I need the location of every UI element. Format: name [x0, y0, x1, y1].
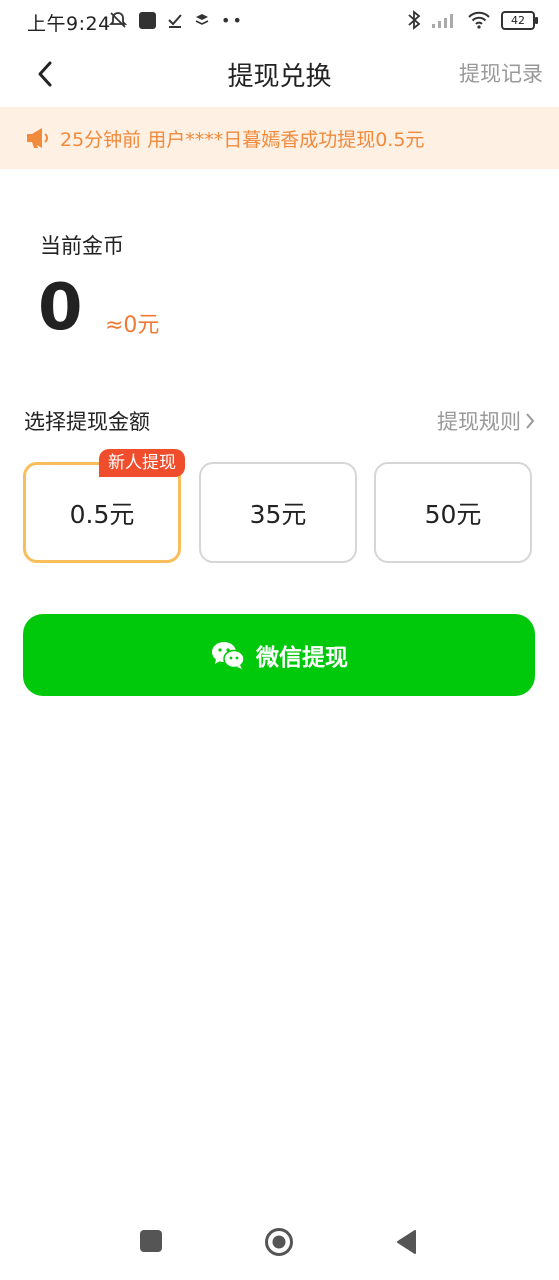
- check-icon: [168, 14, 182, 28]
- withdraw-rules-link[interactable]: 提现规则: [437, 406, 535, 436]
- home-circle-icon: [265, 1228, 293, 1256]
- amount-option-50[interactable]: 50元: [374, 462, 532, 563]
- wechat-icon: [212, 642, 245, 669]
- bluetooth-icon: [408, 10, 421, 30]
- battery-indicator: 42: [501, 10, 538, 30]
- chevron-right-icon: [526, 413, 535, 429]
- megaphone-icon: [27, 128, 48, 148]
- wifi-icon: [468, 11, 490, 29]
- current-coins-label: 当前金币: [40, 234, 124, 258]
- top-nav-bar: 提现兑换 提现记录: [0, 44, 559, 106]
- notice-bar: 25分钟前 用户****日暮嫣香成功提现0.5元: [0, 107, 559, 169]
- select-amount-label: 选择提现金额: [24, 410, 150, 434]
- coins-rmb-equivalent: ≈0元: [105, 313, 160, 338]
- amount-option-35[interactable]: 35元: [199, 462, 357, 563]
- notice-text: 25分钟前 用户****日暮嫣香成功提现0.5元: [60, 129, 425, 151]
- triangle-back-icon: [397, 1230, 416, 1254]
- app-square-icon: [139, 11, 156, 29]
- recent-apps-button[interactable]: [140, 1230, 162, 1252]
- system-back-button[interactable]: [395, 1229, 417, 1259]
- more-dots-icon: ••: [221, 10, 244, 30]
- current-coins-value: 0: [38, 271, 83, 345]
- bell-muted-icon: [108, 12, 128, 28]
- system-navigation-bar: [0, 1210, 559, 1280]
- wechat-withdraw-label: 微信提现: [256, 645, 348, 671]
- status-system-icons: 42: [407, 10, 538, 30]
- signal-icon: [432, 14, 453, 28]
- status-notification-icons: ••: [108, 10, 244, 30]
- home-button[interactable]: [264, 1227, 294, 1261]
- status-bar: 上午9:24 •• 42: [0, 0, 559, 44]
- withdraw-rules-label: 提现规则: [437, 410, 521, 434]
- status-time: 上午9:24: [27, 13, 111, 35]
- wechat-withdraw-button[interactable]: 微信提现: [23, 614, 535, 696]
- square-icon: [140, 1230, 162, 1252]
- layers-icon: [195, 14, 209, 25]
- withdraw-history-link[interactable]: 提现记录: [459, 58, 543, 88]
- amount-option-0.5[interactable]: 0.5元: [23, 462, 181, 563]
- new-user-badge: 新人提现: [99, 449, 185, 477]
